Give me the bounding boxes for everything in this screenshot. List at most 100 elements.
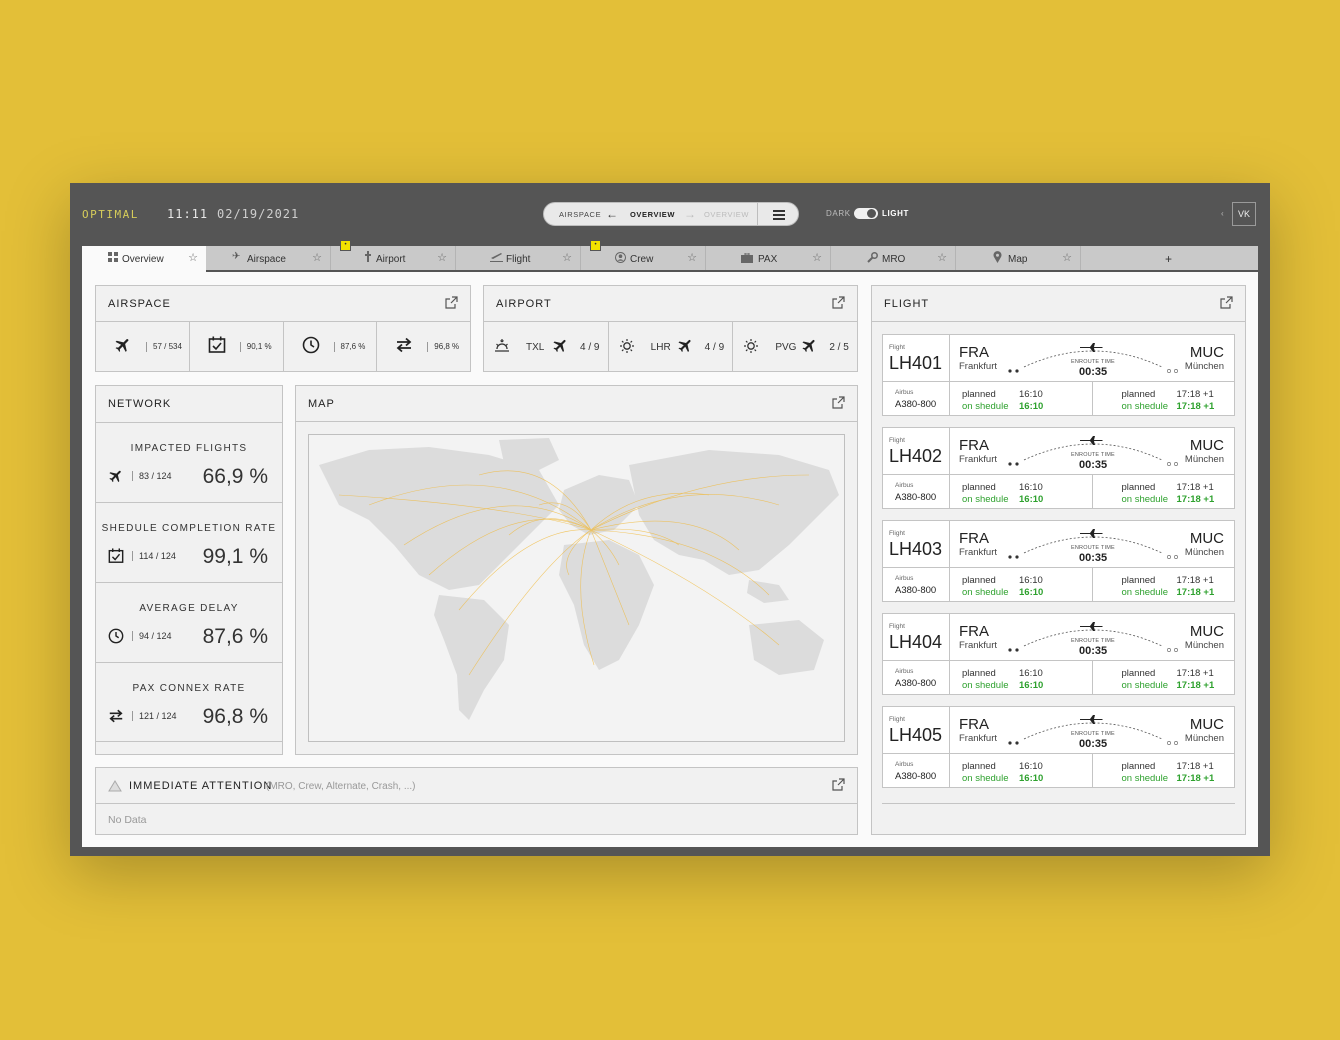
tab-crew[interactable]: • Crew ☆ — [581, 240, 706, 270]
tab-airspace[interactable]: ✈ Airspace ☆ — [206, 246, 331, 270]
metric-connex[interactable]: 96,8 % — [377, 322, 470, 372]
flight-number: LH402 — [889, 446, 943, 466]
network-label: IMPACTED FLIGHTS — [130, 443, 248, 454]
star-icon[interactable]: ☆ — [937, 251, 947, 264]
star-icon[interactable]: ☆ — [562, 251, 572, 264]
tab-airport[interactable]: • Airport ☆ — [331, 240, 456, 270]
aircraft-type: A380-800 — [895, 678, 937, 689]
tower-icon — [364, 251, 372, 265]
star-icon[interactable]: ☆ — [1062, 251, 1072, 264]
status-label: on shedule — [1121, 773, 1168, 784]
planned-label: planned — [1121, 575, 1156, 586]
panel-title: NETWORK — [108, 398, 172, 410]
enroute-time: 00:35 — [1079, 738, 1108, 750]
arrival-times: planned 17:18 +1 on shedule 17:18 +1 — [1093, 754, 1235, 787]
planned-label: planned — [962, 761, 996, 772]
flight-card[interactable]: Flight LH401 Airbus A380-800 FRA Frankfu… — [882, 334, 1235, 416]
breadcrumb: AIRSPACE ← OVERVIEW → OVERVIEW — [543, 202, 799, 226]
dashboard-window: OPTIMAL 11:11 02/19/2021 AIRSPACE ← OVER… — [70, 183, 1270, 856]
calendar-check-icon — [208, 336, 226, 353]
panel-title: FLIGHT — [884, 298, 930, 310]
menu-button[interactable] — [757, 203, 799, 225]
status-label: on shedule — [962, 587, 1009, 598]
airport-list: TXL 4 / 9 LHR 4 / 9 PVG 2 / 5 — [484, 322, 857, 372]
metric-flights[interactable]: 57 / 534 — [96, 322, 190, 372]
external-link-icon[interactable] — [1220, 296, 1233, 309]
notification-badge: • — [340, 240, 351, 251]
tab-mro[interactable]: MRO ☆ — [831, 246, 956, 270]
panel-title: AIRPORT — [496, 298, 552, 310]
tab-flight[interactable]: Flight ☆ — [456, 246, 581, 270]
flight-number-cell: Flight LH405 — [883, 707, 950, 754]
tab-overview[interactable]: Overview ☆ — [82, 246, 206, 272]
flight-route: FRA Frankfurt ENROUTE TIME 00:35 MUC Mün… — [950, 521, 1234, 568]
metric-schedule[interactable]: 90,1 % — [190, 322, 284, 372]
arrow-left-icon[interactable]: ← — [606, 207, 619, 221]
theme-switch[interactable] — [854, 208, 878, 219]
flight-times: planned 16:10 on shedule 16:10 planned 1… — [950, 754, 1234, 787]
destination-code: MUC — [1189, 344, 1224, 361]
clock: 11:11 — [167, 207, 209, 221]
external-link-icon[interactable] — [832, 778, 845, 791]
avatar[interactable]: VK — [1232, 202, 1256, 226]
flight-card[interactable]: Flight LH404 Airbus A380-800 FRA Frankfu… — [882, 613, 1235, 695]
star-icon[interactable]: ☆ — [312, 251, 322, 264]
external-link-icon[interactable] — [832, 396, 845, 409]
status-label: on shedule — [962, 494, 1009, 505]
network-item-impacted-flights[interactable]: IMPACTED FLIGHTS 83 / 124 66,9 % — [96, 422, 282, 502]
divider — [872, 321, 1245, 322]
destination-code: MUC — [1189, 623, 1224, 640]
network-item-schedule-completion[interactable]: SHEDULE COMPLETION RATE 114 / 124 99,1 % — [96, 502, 282, 582]
external-link-icon[interactable] — [445, 296, 458, 309]
tab-label: Airspace — [247, 254, 286, 265]
enroute-label: ENROUTE TIME — [1071, 545, 1115, 551]
tab-add-button[interactable]: + — [1081, 246, 1258, 270]
world-map[interactable] — [308, 434, 845, 742]
theme-dark-label: DARK — [826, 209, 851, 218]
external-link-icon[interactable] — [832, 296, 845, 309]
planned-time: 16:10 — [1019, 389, 1043, 400]
actual-time: 17:18 +1 — [1176, 401, 1215, 412]
network-percent: 66,9 % — [202, 465, 268, 488]
flight-card[interactable]: Flight LH403 Airbus A380-800 FRA Frankfu… — [882, 520, 1235, 602]
flight-number: LH403 — [889, 539, 943, 559]
airport-item-lhr[interactable]: LHR 4 / 9 — [609, 322, 734, 372]
empty-state-text: No Data — [108, 814, 147, 826]
departure-times: planned 16:10 on shedule 16:10 — [950, 568, 1093, 601]
airspace-panel: AIRSPACE 57 / 534 90,1 % 87,6 % 96,8 % — [95, 285, 471, 372]
network-item-pax-connex[interactable]: PAX CONNEX RATE 121 / 124 96,8 % — [96, 662, 282, 742]
status-label: on shedule — [962, 401, 1009, 412]
aircraft-label: Airbus — [895, 668, 914, 675]
flight-card[interactable]: Flight LH402 Airbus A380-800 FRA Frankfu… — [882, 427, 1235, 509]
airport-panel: AIRPORT TXL 4 / 9 LHR 4 / 9 PVG 2 / 5 — [483, 285, 858, 372]
chevron-left-icon[interactable]: ‹ — [1221, 209, 1224, 218]
breadcrumb-back[interactable]: AIRSPACE — [559, 210, 601, 219]
star-icon[interactable]: ☆ — [687, 251, 697, 264]
aircraft-label: Airbus — [895, 575, 914, 582]
tab-map[interactable]: Map ☆ — [956, 246, 1081, 270]
content-area: AIRSPACE 57 / 534 90,1 % 87,6 % 96,8 % A… — [82, 272, 1258, 847]
transfer-icon — [109, 709, 123, 723]
metric-delay[interactable]: 87,6 % — [284, 322, 378, 372]
sun-icon — [619, 339, 634, 353]
network-item-average-delay[interactable]: AVERAGE DELAY 94 / 124 87,6 % — [96, 582, 282, 662]
status-label: on shedule — [1121, 401, 1168, 412]
network-label: PAX CONNEX RATE — [132, 683, 246, 694]
warning-icon — [108, 780, 122, 792]
planned-time: 16:10 — [1019, 761, 1043, 772]
flight-number-cell: Flight LH401 — [883, 335, 950, 382]
star-icon[interactable]: ☆ — [812, 251, 822, 264]
destination-code: MUC — [1189, 716, 1224, 733]
airport-item-txl[interactable]: TXL 4 / 9 — [484, 322, 609, 372]
flight-card[interactable]: Flight LH405 Airbus A380-800 FRA Frankfu… — [882, 706, 1235, 788]
menu-icon — [773, 214, 785, 216]
tab-pax[interactable]: PAX ☆ — [706, 246, 831, 270]
origin-city: Frankfurt — [959, 733, 998, 744]
flight-label: Flight — [889, 437, 905, 444]
star-icon[interactable]: ☆ — [437, 251, 447, 264]
breadcrumb-forward: OVERVIEW — [704, 210, 750, 219]
flight-label: Flight — [889, 344, 905, 351]
star-icon[interactable]: ☆ — [188, 251, 198, 264]
aircraft-cell: Airbus A380-800 — [883, 754, 950, 787]
airport-item-pvg[interactable]: PVG 2 / 5 — [733, 322, 857, 372]
